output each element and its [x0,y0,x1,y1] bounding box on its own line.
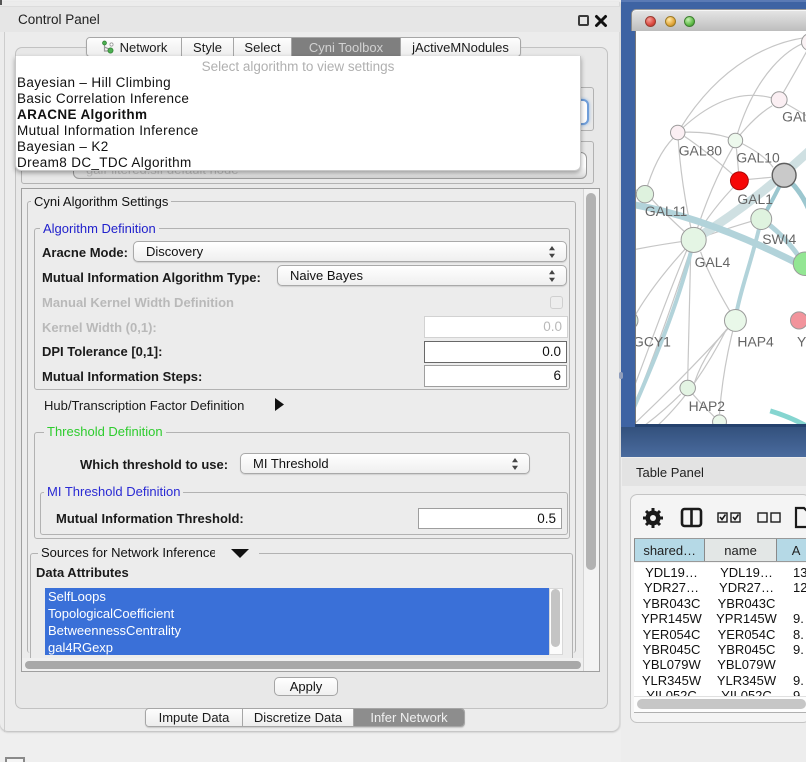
svg-text:Y: Y [797,333,806,349]
svg-text:GCY1: GCY1 [635,333,671,349]
svg-text:GAL1: GAL1 [737,191,773,207]
svg-text:GAL10: GAL10 [736,149,780,165]
svg-text:HAP4: HAP4 [737,333,774,349]
svg-text:GAL11: GAL11 [645,203,688,219]
svg-text:GAL80: GAL80 [679,142,723,158]
svg-text:HAP2: HAP2 [689,398,726,414]
svg-text:SWI4: SWI4 [762,231,796,247]
svg-text:GAL4: GAL4 [695,254,731,270]
svg-text:GAL2: GAL2 [782,109,806,125]
